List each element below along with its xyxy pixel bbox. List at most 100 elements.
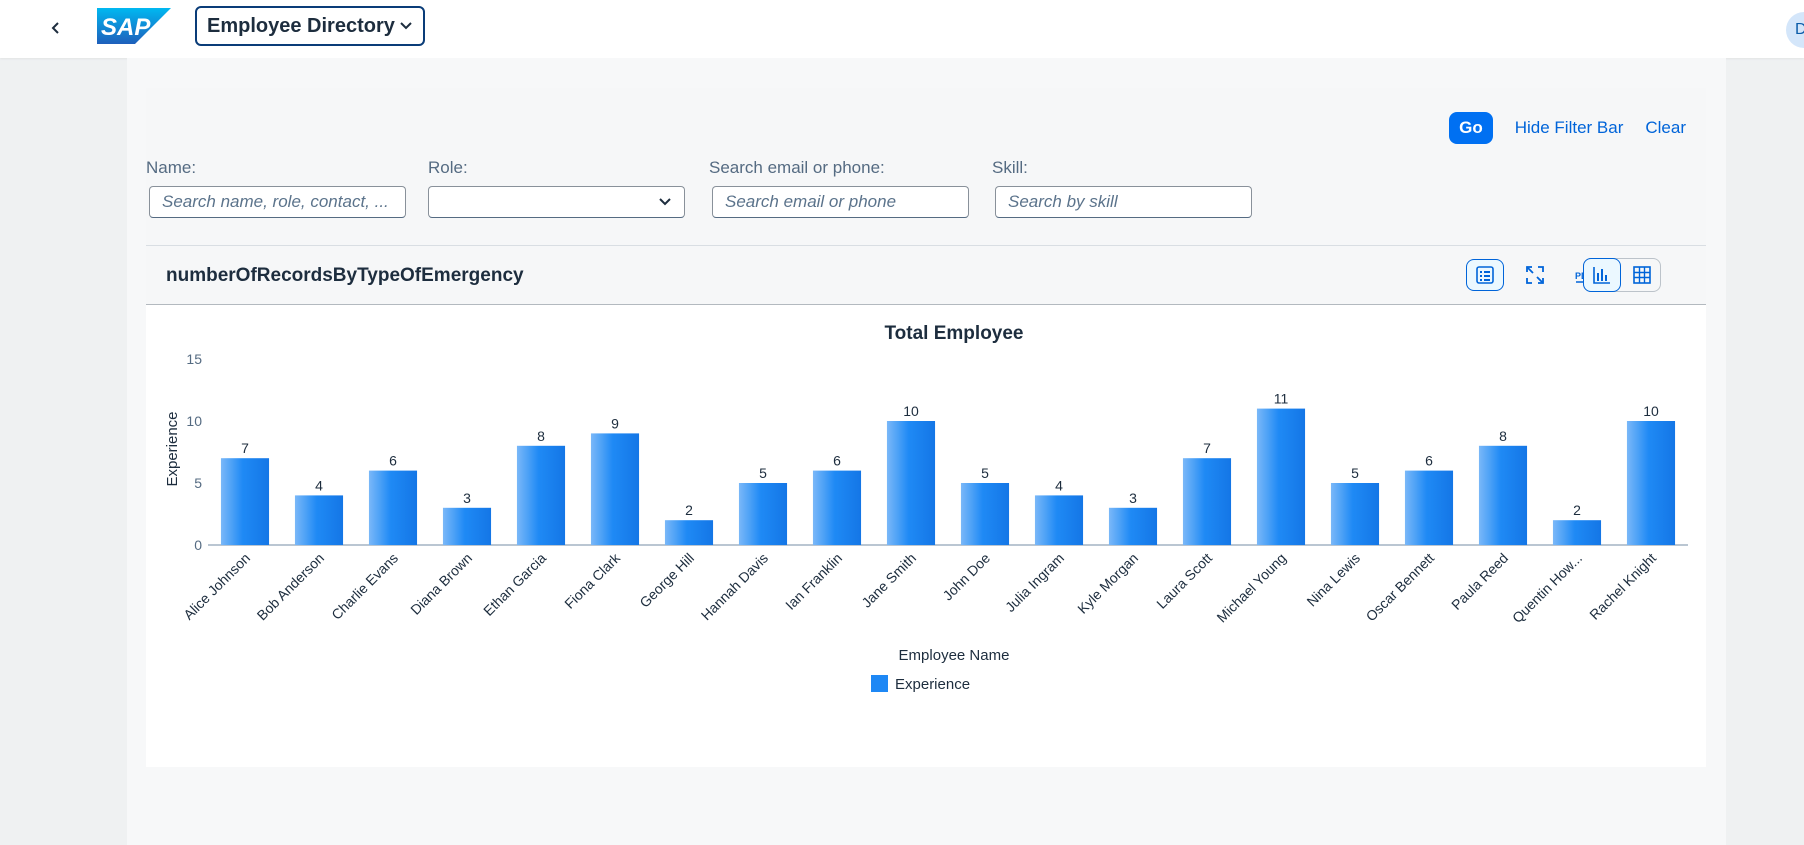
x-tick-label: Rachel Knight <box>1586 550 1659 623</box>
sap-logo: SAP <box>97 8 171 44</box>
bar[interactable] <box>1256 408 1306 545</box>
skill-search-input[interactable]: Search by skill <box>995 186 1252 218</box>
data-label: 5 <box>981 465 989 481</box>
data-label: 8 <box>1499 428 1507 444</box>
x-tick-label: Ian Franklin <box>782 550 845 613</box>
data-label: 3 <box>1129 490 1137 506</box>
panel-title: numberOfRecordsByTypeOfEmergency <box>166 265 524 286</box>
app-title-menu[interactable]: Employee Directory <box>195 6 425 46</box>
chart-title: Total Employee <box>884 323 1023 344</box>
go-button[interactable]: Go <box>1449 112 1493 144</box>
bar[interactable] <box>516 445 566 545</box>
legend-swatch <box>871 675 888 692</box>
data-label: 4 <box>315 477 323 493</box>
bar[interactable] <box>1182 458 1232 545</box>
contact-search-input[interactable]: Search email or phone <box>712 186 969 218</box>
data-label: 10 <box>903 403 919 419</box>
data-label: 4 <box>1055 477 1063 493</box>
name-search-placeholder: Search name, role, contact, ... <box>162 192 389 211</box>
data-label: 10 <box>1643 403 1659 419</box>
user-avatar[interactable]: D <box>1786 12 1804 48</box>
bar[interactable] <box>1626 421 1676 545</box>
page-content: Go Hide Filter Bar Clear Name: Search na… <box>127 58 1726 845</box>
x-tick-label: Oscar Bennett <box>1363 550 1438 625</box>
data-label: 6 <box>389 453 397 469</box>
bar[interactable] <box>664 520 714 545</box>
name-label: Name: <box>146 158 197 177</box>
table-icon <box>1633 266 1651 284</box>
bar[interactable] <box>590 433 640 545</box>
y-tick-label: 0 <box>194 537 202 553</box>
bar[interactable] <box>220 458 270 545</box>
x-axis-label: Employee Name <box>899 647 1010 664</box>
x-tick-label: Quentin How... <box>1509 550 1585 626</box>
bar[interactable] <box>738 483 788 545</box>
bar[interactable] <box>812 470 862 545</box>
data-label: 5 <box>759 465 767 481</box>
x-tick-label: Kyle Morgan <box>1074 550 1141 617</box>
x-tick-label: Fiona Clark <box>561 549 624 612</box>
y-tick-label: 5 <box>194 475 202 491</box>
data-label: 2 <box>1573 502 1581 518</box>
bar[interactable] <box>1404 470 1454 545</box>
data-label: 6 <box>833 453 841 469</box>
skill-search-placeholder: Search by skill <box>1008 192 1118 211</box>
x-tick-label: George Hill <box>636 550 697 611</box>
x-tick-label: Charlie Evans <box>328 550 401 623</box>
x-tick-label: Ethan Garcia <box>480 550 549 619</box>
contact-search-placeholder: Search email or phone <box>725 192 897 211</box>
x-tick-label: Jane Smith <box>858 550 919 611</box>
bar[interactable] <box>886 421 936 545</box>
hide-filter-bar-button[interactable]: Hide Filter Bar <box>1515 118 1624 138</box>
bar[interactable] <box>368 470 418 545</box>
chart-toolbar: numberOfRecordsByTypeOfEmergency PDF <box>146 246 1706 305</box>
y-tick-label: 15 <box>186 351 202 367</box>
clear-button[interactable]: Clear <box>1645 118 1686 138</box>
bar[interactable] <box>442 507 492 545</box>
y-tick-label: 10 <box>186 413 202 429</box>
bar[interactable] <box>1552 520 1602 545</box>
bar-chart: Total Employee Experience Employee Name … <box>164 323 1688 693</box>
chevron-down-icon <box>400 22 412 30</box>
back-button[interactable] <box>40 12 72 44</box>
chart-panel: numberOfRecordsByTypeOfEmergency PDF <box>146 246 1706 767</box>
role-select[interactable] <box>428 186 685 218</box>
x-tick-label: Julia Ingram <box>1002 550 1067 615</box>
x-tick-label: Laura Scott <box>1153 550 1215 612</box>
bar[interactable] <box>960 483 1010 545</box>
legend-label[interactable]: Experience <box>895 676 970 693</box>
data-label: 9 <box>611 415 619 431</box>
bar[interactable] <box>1478 445 1528 545</box>
x-tick-label: Hannah Davis <box>698 550 771 623</box>
bar[interactable] <box>1034 495 1084 545</box>
bar-chart-icon <box>1593 267 1610 284</box>
details-button[interactable] <box>1466 259 1504 291</box>
x-tick-label: Diana Brown <box>407 550 475 618</box>
contact-label: Search email or phone: <box>709 158 885 177</box>
filter-contact: Search email or phone: Search email or p… <box>709 158 969 218</box>
bar[interactable] <box>294 495 344 545</box>
table-view-button[interactable] <box>1623 258 1661 292</box>
x-tick-label: Alice Johnson <box>180 550 253 623</box>
bar[interactable] <box>1330 483 1380 545</box>
filter-name: Name: Search name, role, contact, ... <box>146 158 406 218</box>
x-tick-label: John Doe <box>939 550 993 604</box>
skill-label: Skill: <box>992 158 1028 177</box>
role-label: Role: <box>428 158 468 177</box>
chevron-left-icon <box>51 22 59 34</box>
name-search-input[interactable]: Search name, role, contact, ... <box>149 186 406 218</box>
filter-bar: Go Hide Filter Bar Clear Name: Search na… <box>146 88 1706 246</box>
data-label: 5 <box>1351 465 1359 481</box>
filter-skill: Skill: Search by skill <box>992 158 1252 218</box>
x-tick-label: Nina Lewis <box>1303 550 1363 610</box>
fullscreen-button[interactable] <box>1516 259 1554 291</box>
data-label: 7 <box>1203 440 1211 456</box>
bar[interactable] <box>1108 507 1158 545</box>
data-label: 11 <box>1274 391 1289 407</box>
chevron-down-icon <box>659 198 671 206</box>
legend-list-icon <box>1476 266 1494 284</box>
data-label: 3 <box>463 490 471 506</box>
app-title: Employee Directory <box>207 14 395 37</box>
data-label: 2 <box>685 502 693 518</box>
chart-view-button[interactable] <box>1583 258 1621 292</box>
